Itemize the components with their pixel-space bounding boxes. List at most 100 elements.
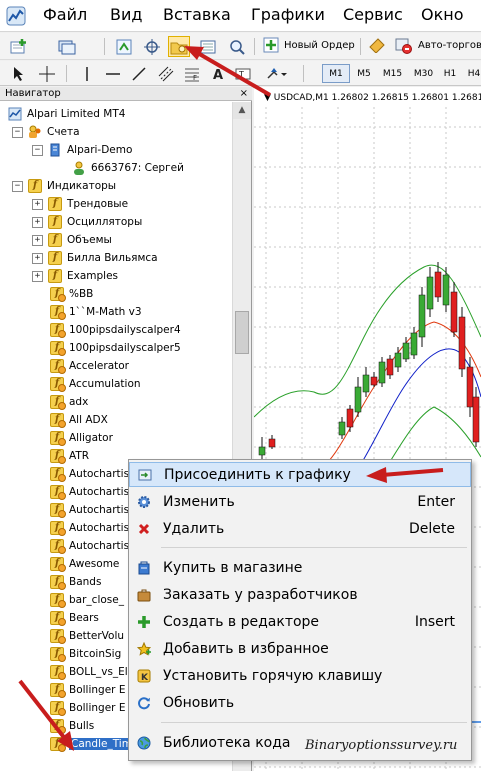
- tree-indicator-item[interactable]: f %BB: [50, 285, 93, 303]
- scroll-up-arrow-icon[interactable]: ▲: [233, 102, 251, 119]
- tree-indicator-item[interactable]: f 1``M-Math v3: [50, 303, 142, 321]
- collapse-toggle[interactable]: −: [32, 144, 43, 156]
- tree-indicator-item[interactable]: f Alligator: [50, 429, 113, 447]
- expand-toggle[interactable]: +: [32, 198, 43, 210]
- expand-toggle[interactable]: +: [32, 234, 43, 246]
- menu-create-in-editor[interactable]: Создать в редакторе Insert: [129, 609, 471, 634]
- cursor-tool-button[interactable]: [8, 63, 30, 84]
- terminal-button[interactable]: [197, 36, 219, 57]
- expand-toggle[interactable]: +: [32, 270, 43, 282]
- briefcase-icon: [137, 588, 151, 602]
- tree-indicator-item[interactable]: f Bollinger E: [50, 699, 125, 717]
- tree-folder[interactable]: + f Осцилляторы: [32, 213, 142, 231]
- tree-indicator-item[interactable]: f Bollinger E: [50, 681, 125, 699]
- menu-window[interactable]: Окно: [421, 5, 464, 24]
- navigator-close-button[interactable]: ×: [240, 87, 248, 100]
- tree-account[interactable]: 6663767: Сергей: [72, 159, 184, 177]
- tree-accounts[interactable]: − Счета: [12, 123, 80, 141]
- timeframe-m15-button[interactable]: M15: [377, 64, 408, 83]
- equidistant-channel-button[interactable]: [155, 63, 177, 84]
- toolbar-separator: [360, 38, 361, 55]
- collapse-toggle[interactable]: −: [12, 126, 23, 138]
- tree-folder[interactable]: + f Объемы: [32, 231, 112, 249]
- menu-modify[interactable]: Изменить Enter: [129, 489, 471, 514]
- tree-folder[interactable]: + f Билла Вильямса: [32, 249, 158, 267]
- toolbar-separator: [303, 65, 304, 82]
- chart-candle-body: [458, 316, 466, 370]
- tree-indicator-item[interactable]: f adx: [50, 393, 88, 411]
- menu-file[interactable]: Файл: [43, 5, 87, 24]
- menu-buy-in-market[interactable]: Купить в магазине: [129, 555, 471, 580]
- tree-folder-label: Объемы: [67, 234, 112, 246]
- market-watch-button[interactable]: [113, 36, 135, 57]
- tree-indicators[interactable]: − f Индикаторы: [12, 177, 116, 195]
- arrows-dropdown-button[interactable]: [266, 63, 288, 84]
- tree-indicator-item[interactable]: f Accelerator: [50, 357, 129, 375]
- tester-button[interactable]: [226, 36, 248, 57]
- menu-add-to-favorites[interactable]: Добавить в избранное: [129, 636, 471, 661]
- tree-indicator-label: Bands: [69, 576, 102, 588]
- menu-attach-to-chart[interactable]: Присоединить к графику: [129, 462, 471, 487]
- text-tool-button[interactable]: A: [207, 63, 229, 84]
- menu-refresh[interactable]: Обновить: [129, 690, 471, 715]
- menu-delete[interactable]: Удалить Delete: [129, 516, 471, 541]
- tree-indicator-item[interactable]: f Autochartis: [50, 501, 129, 519]
- tree-indicator-label: 100pipsdailyscalper5: [69, 342, 181, 354]
- tree-indicator-item[interactable]: f Autochartis: [50, 465, 129, 483]
- crosshair-nav-button[interactable]: [141, 36, 163, 57]
- tree-indicator-item[interactable]: f Bands: [50, 573, 101, 591]
- indicator-script-icon: f: [50, 341, 66, 356]
- timeframe-m1-button[interactable]: M1: [322, 64, 350, 83]
- refresh-icon: [137, 696, 151, 710]
- timeframe-m30-button[interactable]: M30: [408, 64, 439, 83]
- tree-indicator-item[interactable]: f ATR: [50, 447, 89, 465]
- tree-indicator-item[interactable]: f BitcoinSig: [50, 645, 121, 663]
- menu-charts[interactable]: Графики: [251, 5, 325, 24]
- crosshair-tool-button[interactable]: [36, 63, 58, 84]
- tree-indicator-item[interactable]: f All ADX: [50, 411, 108, 429]
- scroll-thumb[interactable]: [235, 311, 249, 354]
- menu-tools[interactable]: Сервис: [343, 5, 403, 24]
- timeframe-h4-button[interactable]: H4: [463, 64, 481, 83]
- timeframe-m5-button[interactable]: M5: [351, 64, 377, 83]
- tree-indicator-item[interactable]: f Bulls: [50, 717, 94, 735]
- tree-root[interactable]: Alpari Limited MT4: [8, 105, 125, 123]
- tree-server[interactable]: − Alpari-Demo: [32, 141, 132, 159]
- tree-indicator-item[interactable]: f Autochartis: [50, 483, 129, 501]
- horizontal-line-button[interactable]: [102, 63, 124, 84]
- tree-indicator-item[interactable]: f 100pipsdailyscalper5: [50, 339, 181, 357]
- tree-indicator-item[interactable]: f Accumulation: [50, 375, 141, 393]
- indicator-script-icon: f: [50, 557, 66, 572]
- tree-folder-label: Билла Вильямса: [67, 252, 158, 264]
- tree-folder[interactable]: + f Examples: [32, 267, 118, 285]
- menu-set-hotkey[interactable]: K Установить горячую клавишу: [129, 663, 471, 688]
- tree-indicator-item[interactable]: f 100pipsdailyscalper4: [50, 321, 181, 339]
- menu-order-from-developers[interactable]: Заказать у разработчиков: [129, 582, 471, 607]
- tree-indicator-item[interactable]: f BOLL_vs_El: [50, 663, 128, 681]
- timeframe-h1-button[interactable]: H1: [439, 64, 461, 83]
- new-chart-button[interactable]: [8, 36, 30, 57]
- tree-indicator-item[interactable]: f bar_close_: [50, 591, 124, 609]
- fibonacci-button[interactable]: F: [181, 63, 203, 84]
- menu-insert[interactable]: Вставка: [163, 5, 231, 24]
- trendline-button[interactable]: [128, 63, 150, 84]
- tree-indicator-item[interactable]: f Bears: [50, 609, 99, 627]
- autotrading-button[interactable]: Авто-торгов: [418, 40, 481, 51]
- tree-indicator-item[interactable]: f BetterVolu: [50, 627, 124, 645]
- fibonacci-icon: F: [185, 68, 199, 82]
- expand-toggle[interactable]: +: [32, 252, 43, 264]
- tree-folder[interactable]: + f Трендовые: [32, 195, 128, 213]
- collapse-toggle[interactable]: −: [12, 180, 23, 192]
- text-label-button[interactable]: T: [232, 63, 254, 84]
- menu-view[interactable]: Вид: [110, 5, 142, 24]
- profiles-button[interactable]: [56, 36, 78, 57]
- tree-indicator-item[interactable]: f Autochartis: [50, 519, 129, 537]
- horizontal-line-icon: [106, 72, 120, 75]
- new-order-button[interactable]: Новый Ордер: [284, 40, 355, 51]
- target-icon: [144, 38, 160, 55]
- expand-toggle[interactable]: +: [32, 216, 43, 228]
- vertical-line-button[interactable]: [76, 63, 98, 84]
- tree-indicator-item[interactable]: f Autochartis: [50, 537, 129, 555]
- tree-indicator-item[interactable]: f Awesome: [50, 555, 119, 573]
- navigator-button[interactable]: [168, 36, 190, 57]
